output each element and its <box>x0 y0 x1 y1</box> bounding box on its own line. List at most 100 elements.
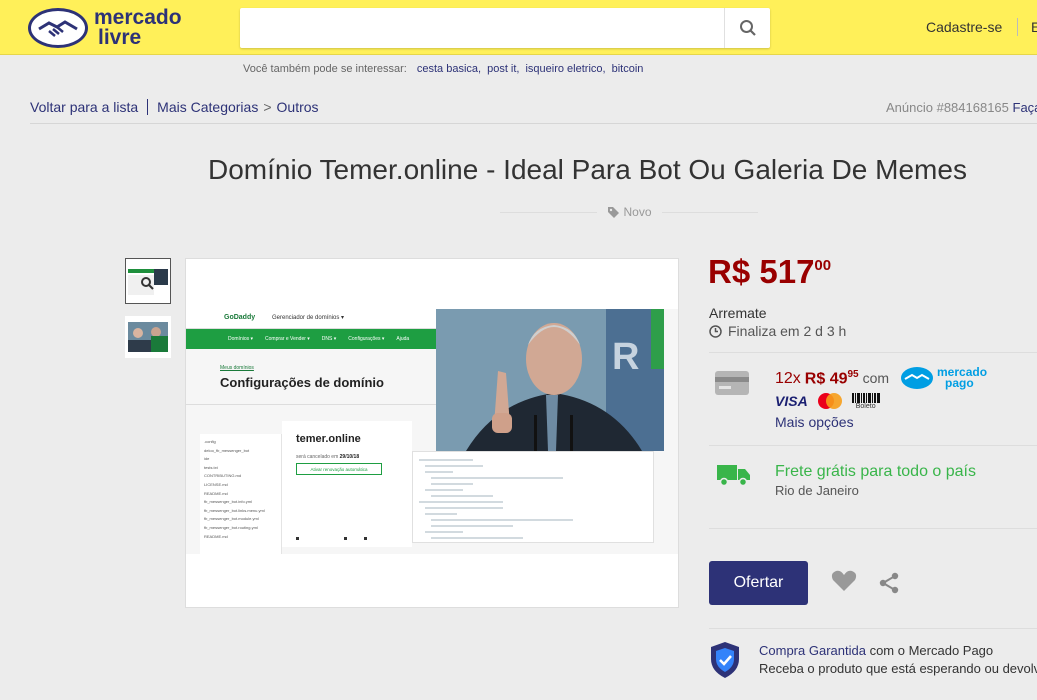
godaddy-menu-item: DNS ▾ <box>321 336 337 342</box>
godaddy-menu-item: Ajuda <box>396 336 410 342</box>
godaddy-crumb: Meus domínios <box>220 365 254 371</box>
listing-id: Anúncio #884168165 Faça <box>886 100 1037 115</box>
politician-photo: R <box>436 309 664 451</box>
cancel-date: 29/10/18 <box>339 454 360 460</box>
domain-name: temer.online <box>296 433 361 445</box>
godaddy-manager: Gerenciador de domínios ▾ <box>272 315 345 321</box>
tag-icon <box>607 206 619 218</box>
dot <box>296 537 299 540</box>
divider <box>500 211 597 213</box>
shield-icon <box>711 642 739 678</box>
file-list-item: fb_messenger_bot.routing.yml <box>204 524 258 530</box>
product-title: Domínio Temer.online - Ideal Para Bot Ou… <box>208 154 967 185</box>
installments-with: com <box>862 370 890 387</box>
mercado-pago-logo: mercado pago <box>900 366 987 390</box>
mercado-pago-icon <box>901 367 933 389</box>
share-icon[interactable] <box>878 572 900 594</box>
breadcrumb-separator <box>147 99 149 115</box>
suggestion-link[interactable]: isqueiro eletrico, <box>525 63 605 75</box>
renew-button: Ativar renovação automática <box>296 463 382 475</box>
logo-word-1: mercado <box>94 6 182 29</box>
boleto-label: Boleto <box>855 402 876 410</box>
file-list-item: ide <box>204 456 210 462</box>
divider <box>709 628 1037 629</box>
suggestion-link[interactable]: cesta basica, <box>417 63 481 75</box>
file-list-item: tests.txt <box>204 464 218 470</box>
logo-text: mercado livre <box>94 6 182 49</box>
file-list-item: fb_messenger_bot.module.yml <box>204 516 259 522</box>
cancel-prefix: será cancelado em <box>296 454 339 460</box>
price-currency: R$ <box>708 253 751 290</box>
breadcrumb-arrow: > <box>263 99 272 115</box>
godaddy-heading: Configurações de domínio <box>220 375 384 390</box>
divider <box>709 445 1037 446</box>
thumbnail-1[interactable] <box>125 258 171 304</box>
guarantee-line: Compra Garantida com o Mercado Pago <box>759 643 993 658</box>
godaddy-menu-item: Configurações ▾ <box>348 336 385 342</box>
sale-type: Arremate <box>709 305 767 321</box>
file-list-item: .config <box>204 439 216 444</box>
suggestions-label: Você também pode se interessar: <box>243 63 407 75</box>
condition-text: Novo <box>623 205 652 219</box>
guarantee-link[interactable]: Compra Garantida <box>759 643 866 658</box>
visa-icon: VISA <box>775 393 808 409</box>
cancel-note: será cancelado em 29/10/18 <box>296 454 359 460</box>
svg-text:R: R <box>612 336 639 378</box>
search-input[interactable] <box>240 8 724 48</box>
file-list-item: CONTRIBUTING.md <box>204 473 242 479</box>
divider <box>709 528 1037 529</box>
file-list-item: deloo_fb_messenger_bot <box>204 447 250 453</box>
file-list-items: .config deloo_fb_messenger_botide tests.tx… <box>200 434 281 541</box>
subcategory-link[interactable]: Outros <box>277 99 319 115</box>
back-to-list-link[interactable]: Voltar para a lista <box>30 99 138 115</box>
suggestions: Você também pode se interessar: cesta ba… <box>243 63 643 75</box>
installments-count: 12x <box>775 370 801 388</box>
file-list-item: README.md <box>204 533 228 539</box>
search-icon <box>739 20 756 36</box>
installment-value: R$ 49 <box>804 370 848 388</box>
header-bar: mercado livre Cadastre-se E <box>0 0 1037 55</box>
godaddy-logo: GoDaddy <box>224 314 256 321</box>
code-snippet <box>412 451 654 543</box>
mercado-pago-word-2: pago <box>945 376 974 390</box>
installments: 12x R$ 4995 com <box>775 369 889 388</box>
seller-location: Rio de Janeiro <box>775 483 859 498</box>
condition-row: Novo <box>500 205 759 219</box>
register-link[interactable]: Cadastre-se <box>926 19 1002 35</box>
price-cents: 00 <box>814 257 832 274</box>
category-link[interactable]: Mais Categorias <box>157 99 258 115</box>
listing-id-text: Anúncio #884168165 <box>886 100 1009 115</box>
suggestion-link[interactable]: bitcoin <box>612 63 644 75</box>
mastercard-icon <box>817 393 842 409</box>
condition-badge: Novo <box>607 205 652 219</box>
auction-end: Finaliza em 2 d 3 h <box>709 323 846 339</box>
heart-icon[interactable] <box>831 570 857 592</box>
product-screenshot: GoDaddy Gerenciador de domínios ▾ Domíni… <box>186 309 678 554</box>
price-amount: 517 <box>759 253 815 290</box>
enter-link[interactable]: E <box>1031 19 1037 35</box>
product-image[interactable]: GoDaddy Gerenciador de domínios ▾ Domíni… <box>185 258 679 608</box>
share-link[interactable]: Faça <box>1013 100 1037 115</box>
search-button[interactable] <box>724 8 770 48</box>
boleto-icon: Boleto <box>851 392 880 410</box>
installment-amount: R$ 4995 <box>805 369 859 388</box>
suggestion-link[interactable]: post it, <box>487 63 519 75</box>
free-shipping-text: Frete grátis para todo o país <box>775 463 976 480</box>
mercado-livre-logo[interactable]: mercado livre <box>28 6 182 49</box>
truck-icon <box>717 465 750 487</box>
file-list: .config deloo_fb_messenger_botide tests.tx… <box>200 434 282 554</box>
logo-word-2: livre <box>98 26 142 49</box>
file-list-item: README.md <box>204 490 228 496</box>
offer-button[interactable]: Ofertar <box>709 561 808 605</box>
nav-divider <box>1017 18 1018 36</box>
thumbnail-2[interactable] <box>125 316 171 358</box>
more-payment-options-link[interactable]: Mais opções <box>775 414 854 430</box>
dot <box>344 537 347 540</box>
credit-card-icon <box>715 371 749 395</box>
file-list-item: fb_messenger_bot.info.yml <box>204 499 253 505</box>
divider <box>186 404 436 405</box>
mercado-pago-text: mercado pago <box>937 366 987 390</box>
dot <box>364 537 367 540</box>
search-box <box>240 8 770 48</box>
payment-methods: VISA Boleto <box>775 392 880 410</box>
